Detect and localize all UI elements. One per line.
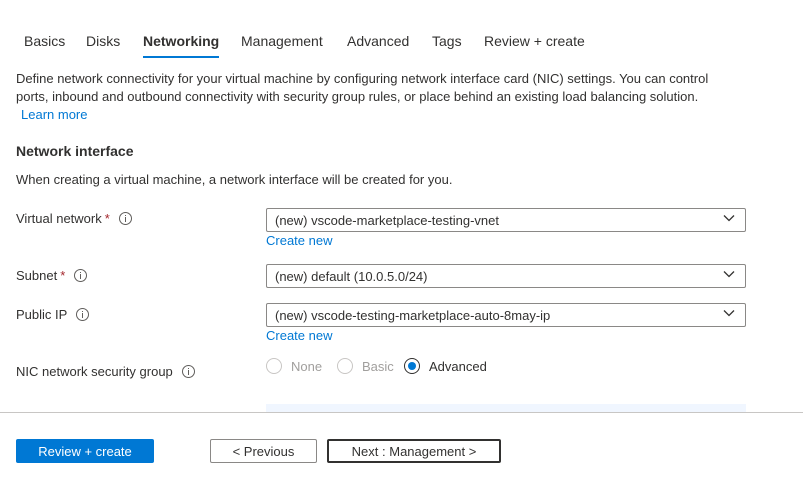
radio-circle [266, 358, 282, 374]
nsg-label: NIC network security group [16, 364, 195, 379]
section-title-network-interface: Network interface [16, 143, 134, 159]
nsg-option-basic-label: Basic [362, 358, 394, 374]
virtual-network-dropdown[interactable]: (new) vscode-marketplace-testing-vnet [266, 208, 746, 232]
create-new-public-ip-link[interactable]: Create new [266, 328, 332, 343]
subnet-label-text: Subnet [16, 268, 58, 283]
required-marker: * [60, 268, 66, 283]
tab-networking[interactable]: Networking [143, 34, 220, 58]
chevron-down-icon [723, 271, 735, 278]
create-new-vnet-link[interactable]: Create new [266, 233, 332, 248]
review-create-button[interactable]: Review + create [16, 439, 154, 463]
subnet-label: Subnet * [16, 268, 88, 283]
public-ip-label: Public IP [16, 307, 90, 322]
public-ip-dropdown[interactable]: (new) vscode-testing-marketplace-auto-8m… [266, 303, 746, 327]
next-management-button[interactable]: Next : Management > [327, 439, 501, 463]
tab-review-create[interactable]: Review + create [484, 34, 585, 58]
tab-advanced[interactable]: Advanced [347, 34, 409, 58]
public-ip-value: (new) vscode-testing-marketplace-auto-8m… [275, 308, 551, 323]
nsg-option-none[interactable]: None [266, 358, 322, 374]
info-panel-edge [266, 404, 746, 412]
info-icon[interactable] [118, 212, 132, 225]
radio-circle [337, 358, 353, 374]
chevron-down-icon [723, 310, 735, 317]
required-marker: * [104, 211, 110, 226]
virtual-network-label-text: Virtual network [16, 211, 102, 226]
learn-more-link[interactable]: Learn more [21, 106, 736, 124]
nsg-option-advanced-label: Advanced [429, 358, 487, 374]
public-ip-label-text: Public IP [16, 307, 68, 322]
nsg-option-basic[interactable]: Basic [337, 358, 394, 374]
virtual-network-label: Virtual network * [16, 211, 132, 226]
intro-text: Define network connectivity for your vir… [16, 71, 709, 104]
footer-divider [0, 412, 803, 413]
nsg-option-advanced[interactable]: Advanced [404, 358, 487, 374]
tab-management[interactable]: Management [241, 34, 323, 58]
virtual-network-value: (new) vscode-marketplace-testing-vnet [275, 213, 499, 228]
intro-section: Define network connectivity for your vir… [16, 70, 736, 124]
info-icon[interactable] [76, 308, 90, 321]
chevron-down-icon [723, 215, 735, 222]
subnet-value: (new) default (10.0.5.0/24) [275, 269, 428, 284]
info-icon[interactable] [74, 269, 88, 282]
previous-button[interactable]: < Previous [210, 439, 317, 463]
tab-tags[interactable]: Tags [432, 34, 462, 58]
radio-circle [404, 358, 420, 374]
nsg-label-text: NIC network security group [16, 364, 173, 379]
nsg-option-none-label: None [291, 358, 323, 374]
info-icon[interactable] [181, 365, 195, 378]
section-description: When creating a virtual machine, a netwo… [16, 172, 453, 187]
tab-disks[interactable]: Disks [86, 34, 120, 58]
subnet-dropdown[interactable]: (new) default (10.0.5.0/24) [266, 264, 746, 288]
tab-basics[interactable]: Basics [24, 34, 65, 58]
